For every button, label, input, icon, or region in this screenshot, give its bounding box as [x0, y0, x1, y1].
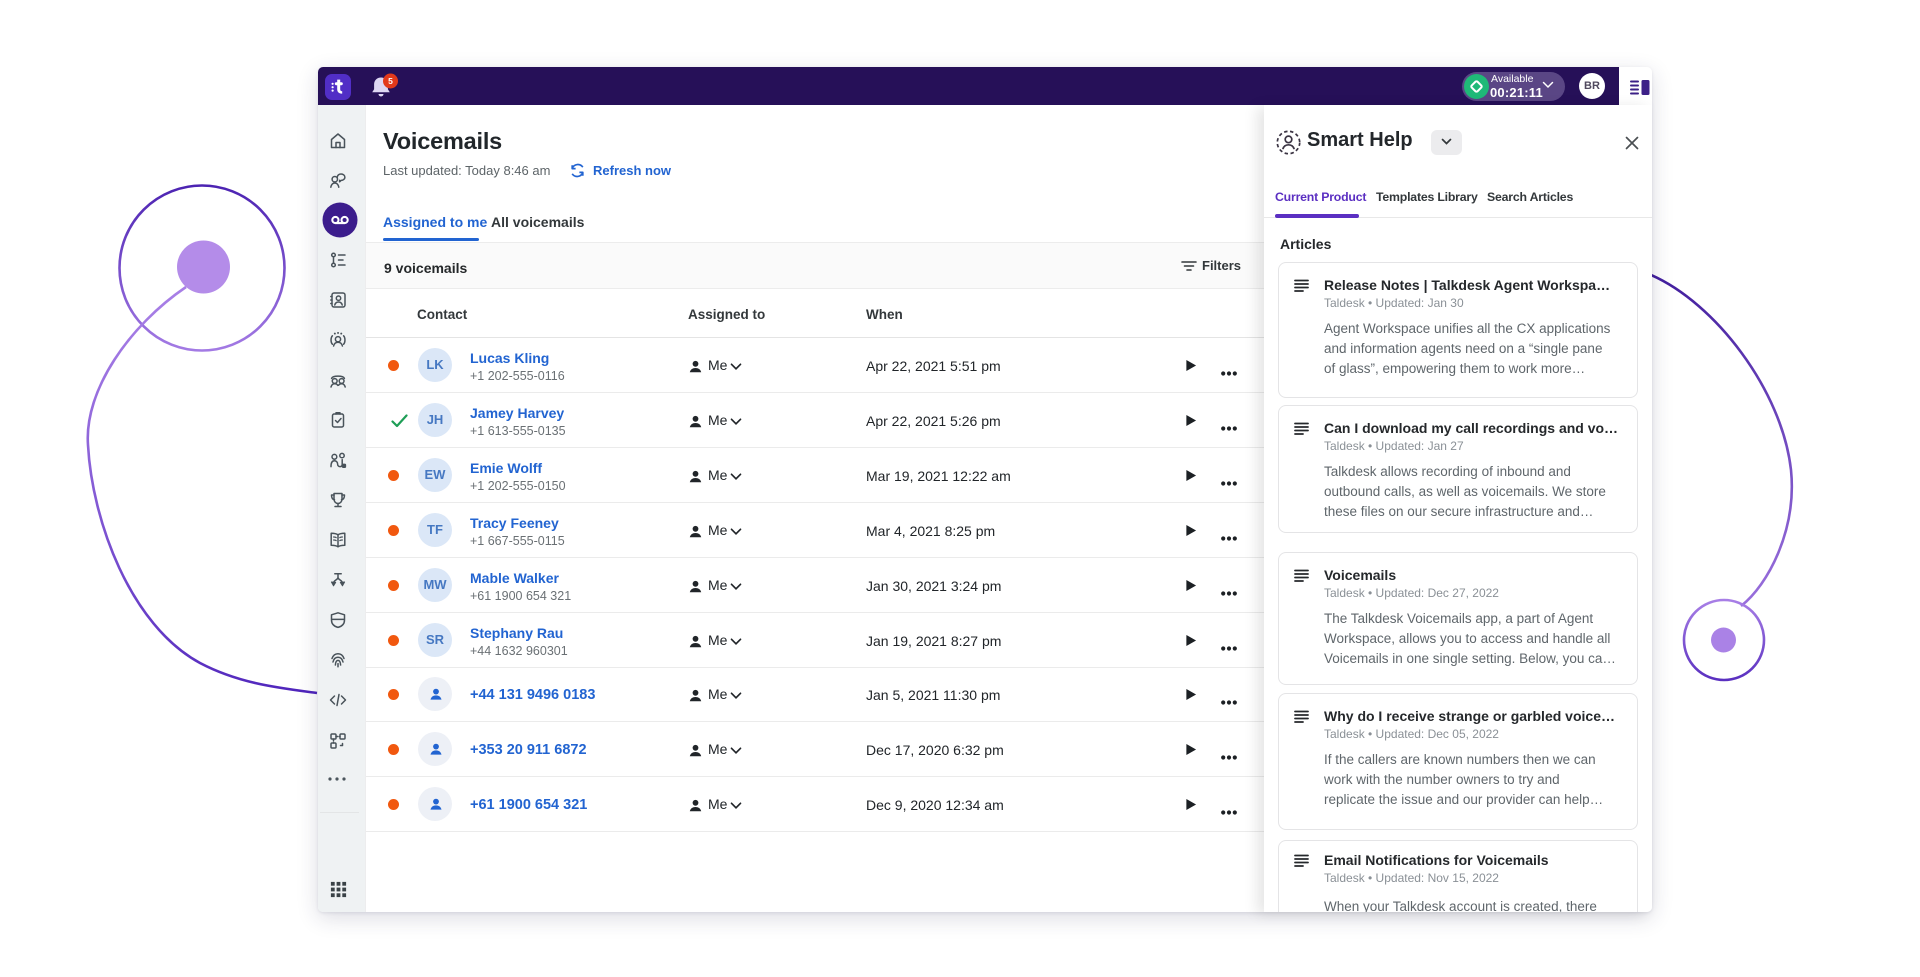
svg-text:5: 5 [388, 76, 393, 86]
